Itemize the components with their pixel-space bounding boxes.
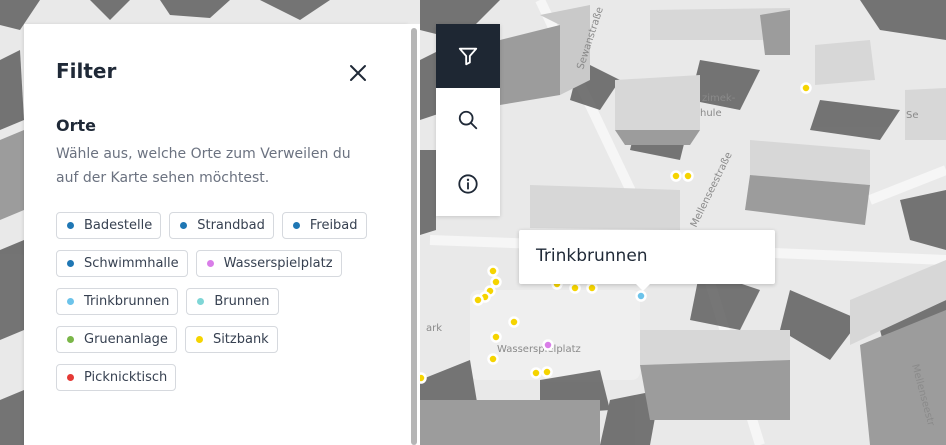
map-marker-sitzbank[interactable] <box>682 170 694 182</box>
scrollbar-thumb[interactable] <box>411 28 417 445</box>
map-marker-sitzbank[interactable] <box>586 282 598 294</box>
filter-panel: Filter Orte Wähle aus, welche Orte zum V… <box>24 24 408 445</box>
category-chips: Badestelle Strandbad Freibad Schwimmhall… <box>56 212 376 391</box>
chip-label: Strandbad <box>197 218 265 233</box>
map-tooltip: Trinkbrunnen <box>519 230 775 291</box>
chip-strandbad[interactable]: Strandbad <box>169 212 274 239</box>
chip-label: Sitzbank <box>212 332 269 347</box>
street-label-wasserspielplatz: Wasserspielplatz <box>497 344 581 355</box>
chip-label: Freibad <box>309 218 358 233</box>
chip-dot <box>67 222 74 229</box>
chip-dot <box>67 374 74 381</box>
chip-dot <box>195 336 203 343</box>
chip-brunnen[interactable]: Brunnen <box>186 288 279 315</box>
chip-dot <box>206 260 214 267</box>
chip-label: Trinkbrunnen <box>84 294 170 309</box>
map-marker-sitzbank[interactable] <box>569 282 581 294</box>
chip-trinkbrunnen[interactable]: Trinkbrunnen <box>56 288 179 315</box>
chip-badestelle[interactable]: Badestelle <box>56 212 162 239</box>
filter-icon <box>458 47 478 66</box>
chip-label: Picknicktisch <box>84 370 168 385</box>
map-marker-wasserspielplatz[interactable] <box>542 339 554 351</box>
chip-dot <box>292 222 300 229</box>
filter-button[interactable] <box>436 24 500 88</box>
info-button[interactable] <box>436 152 500 216</box>
close-button[interactable] <box>346 61 370 85</box>
chip-dot <box>67 260 74 267</box>
chip-freibad[interactable]: Freibad <box>281 212 367 239</box>
street-label-hule: hule <box>700 108 722 119</box>
map-marker-sitzbank[interactable] <box>508 316 520 328</box>
chip-label: Brunnen <box>214 294 270 309</box>
tooltip-text: Trinkbrunnen <box>536 246 648 266</box>
chip-picknicktisch[interactable]: Picknicktisch <box>56 364 177 391</box>
chip-label: Gruenanlage <box>84 332 168 347</box>
chip-dot <box>67 336 74 343</box>
street-label-ark: ark <box>426 323 442 334</box>
section-description: Wähle aus, welche Orte zum Verweilen du … <box>56 146 351 186</box>
chip-dot <box>180 222 188 229</box>
chip-dot <box>67 298 74 305</box>
map-marker-sitzbank[interactable] <box>541 366 553 378</box>
map-marker-sitzbank[interactable] <box>472 294 484 306</box>
chip-label: Schwimmhalle <box>84 256 179 271</box>
filter-panel-title: Filter <box>56 59 117 83</box>
chip-dot <box>197 298 205 305</box>
panel-scrollbar[interactable] <box>408 24 420 445</box>
chip-schwimmhalle[interactable]: Schwimmhalle <box>56 250 188 277</box>
map-toolbar <box>436 24 500 216</box>
chip-sitzbank[interactable]: Sitzbank <box>184 326 278 353</box>
street-label-zimek: zimek- <box>702 93 736 104</box>
map-marker-sitzbank[interactable] <box>530 367 542 379</box>
map-marker-trinkbrunnen[interactable] <box>635 290 647 302</box>
map-marker-sitzbank[interactable] <box>490 331 502 343</box>
map-marker-sitzbank[interactable] <box>487 353 499 365</box>
close-icon <box>350 65 366 81</box>
search-icon <box>458 110 478 130</box>
street-label-se: Se <box>906 110 919 121</box>
tooltip-arrow <box>636 284 650 291</box>
chip-gruenanlage[interactable]: Gruenanlage <box>56 326 177 353</box>
info-icon <box>458 174 478 194</box>
chip-label: Wasserspielplatz <box>223 256 333 271</box>
section-title-orte: Orte <box>56 116 96 135</box>
map-marker-sitzbank[interactable] <box>800 82 812 94</box>
search-button[interactable] <box>436 88 500 152</box>
map-marker-sitzbank[interactable] <box>490 276 502 288</box>
map-marker-sitzbank[interactable] <box>670 170 682 182</box>
map-marker-sitzbank[interactable] <box>487 265 499 277</box>
chip-label: Badestelle <box>84 218 153 233</box>
chip-wasserspielplatz[interactable]: Wasserspielplatz <box>195 250 342 277</box>
